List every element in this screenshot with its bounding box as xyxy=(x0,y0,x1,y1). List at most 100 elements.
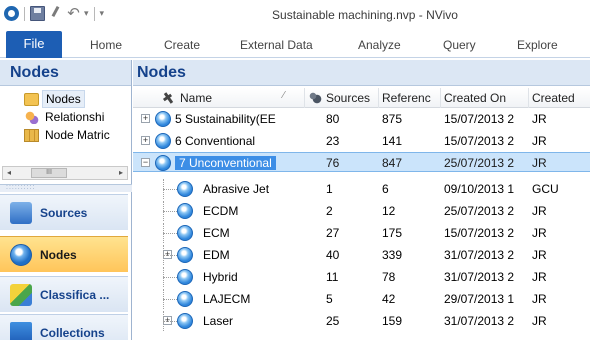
nav-button-nodes[interactable]: Nodes xyxy=(0,236,128,272)
node-icon xyxy=(155,111,171,127)
sources-cell: 5 xyxy=(326,292,333,306)
column-header-created-by[interactable]: Created xyxy=(529,88,590,108)
created-by-cell: JR xyxy=(532,292,547,306)
nav-horizontal-scrollbar[interactable]: ◂ III ▸ xyxy=(2,166,128,180)
node-icon xyxy=(155,155,171,171)
node-name: Laser xyxy=(203,314,234,328)
table-row[interactable]: Abrasive Jet 1 6 09/10/2013 1 GCU xyxy=(133,179,590,199)
table-row[interactable]: − 7 Unconventional 76 847 25/07/2013 2 JR xyxy=(133,152,590,172)
table-row[interactable]: +5 Sustainability(EE 80 875 15/07/2013 2 JR xyxy=(133,109,590,129)
tree-connector xyxy=(163,277,177,278)
nav-tree-item-node-matrices[interactable]: Node Matric xyxy=(0,126,132,144)
table-row[interactable]: ECM 27 175 15/07/2013 2 JR xyxy=(133,223,590,243)
nav-button-classifications[interactable]: Classifica ... xyxy=(0,276,128,312)
created-by-cell: JR xyxy=(532,314,547,328)
node-name-cell: ECDM xyxy=(203,201,303,221)
created-by-cell: JR xyxy=(532,270,547,284)
sources-cell: 40 xyxy=(326,248,340,262)
created-by-cell: JR xyxy=(532,156,547,170)
references-cell: 42 xyxy=(382,292,396,306)
column-header-references[interactable]: Referenc xyxy=(379,88,441,108)
sources-cell: 76 xyxy=(326,156,340,170)
references-cell: 12 xyxy=(382,204,396,218)
list-view-pane: Nodes Name ⁄ Sources Referenc Created On… xyxy=(133,60,590,340)
expand-icon[interactable]: + xyxy=(141,136,150,145)
nav-tree-label: Node Matric xyxy=(45,128,110,142)
node-name-cell: Hybrid xyxy=(203,267,303,287)
tab-explore[interactable]: Explore xyxy=(517,38,558,52)
node-icon xyxy=(177,291,193,307)
tab-query[interactable]: Query xyxy=(443,38,476,52)
node-name-cell: Abrasive Jet xyxy=(203,179,303,199)
nav-button-sources[interactable]: Sources xyxy=(0,194,128,230)
node-name: EDM xyxy=(203,248,230,262)
created-on-cell: 25/07/2013 2 xyxy=(444,204,515,218)
tree-connector xyxy=(163,321,177,322)
relationships-icon xyxy=(24,110,39,124)
table-row[interactable]: ECDM 2 12 25/07/2013 2 JR xyxy=(133,201,590,221)
collapse-icon[interactable]: − xyxy=(141,158,150,167)
pin-icon[interactable] xyxy=(161,91,175,105)
node-name: 6 Conventional xyxy=(175,134,256,148)
references-cell: 847 xyxy=(382,156,403,170)
classifications-icon xyxy=(10,283,32,306)
table-row[interactable]: + EDM 40 339 31/07/2013 2 JR xyxy=(133,245,590,265)
tab-analyze[interactable]: Analyze xyxy=(358,38,401,52)
tab-home[interactable]: Home xyxy=(90,38,122,52)
users-icon[interactable] xyxy=(308,91,322,105)
tree-connector xyxy=(163,211,177,212)
created-on-cell: 29/07/2013 1 xyxy=(444,292,515,306)
nav-tree-item-nodes[interactable]: Nodes xyxy=(0,90,132,108)
column-header-created-on[interactable]: Created On xyxy=(441,88,529,108)
scroll-right-icon[interactable]: ▸ xyxy=(115,167,127,179)
nav-button-label: Sources xyxy=(40,205,88,220)
scroll-left-icon[interactable]: ◂ xyxy=(3,167,15,179)
nav-splitter-grip[interactable]: :::::::::: xyxy=(0,184,132,192)
folder-icon xyxy=(24,92,39,106)
nav-button-collections[interactable]: Collections xyxy=(0,314,128,340)
created-by-cell: JR xyxy=(532,248,547,262)
node-matrices-icon xyxy=(24,128,39,142)
sort-indicator-icon: ⁄ xyxy=(283,90,285,101)
node-name: 5 Sustainability(EE xyxy=(175,112,276,126)
scroll-thumb[interactable]: III xyxy=(31,168,67,178)
created-on-cell: 15/07/2013 2 xyxy=(444,112,515,126)
created-on-cell: 31/07/2013 2 xyxy=(444,248,515,262)
node-name-cell: ECM xyxy=(203,223,303,243)
nav-button-label: Classifica ... xyxy=(40,287,110,302)
column-header-sources[interactable]: Sources xyxy=(323,88,379,108)
created-by-cell: GCU xyxy=(532,182,559,196)
node-icon xyxy=(177,313,193,329)
sources-cell: 2 xyxy=(326,204,333,218)
tab-create[interactable]: Create xyxy=(164,38,200,52)
node-name: LAJECM xyxy=(203,292,251,306)
sources-cell: 80 xyxy=(326,112,340,126)
table-row[interactable]: +6 Conventional 23 141 15/07/2013 2 JR xyxy=(133,131,590,151)
navigation-pane: Nodes Nodes Relationshi Node Matric ◂ II… xyxy=(0,60,132,340)
node-icon xyxy=(177,247,193,263)
nav-button-label: Collections xyxy=(40,325,105,340)
file-tab[interactable]: File xyxy=(6,31,62,58)
created-on-cell: 09/10/2013 1 xyxy=(444,182,515,196)
table-row[interactable]: Hybrid 11 78 31/07/2013 2 JR xyxy=(133,267,590,287)
node-name: 7 Unconventional xyxy=(175,156,276,170)
sources-cell: 27 xyxy=(326,226,340,240)
table-row[interactable]: LAJECM 5 42 29/07/2013 1 JR xyxy=(133,289,590,309)
column-header-name[interactable]: Name xyxy=(177,88,305,108)
nav-button-label: Nodes xyxy=(40,247,77,262)
created-on-cell: 15/07/2013 2 xyxy=(444,134,515,148)
expand-icon[interactable]: + xyxy=(141,114,150,123)
tab-external-data[interactable]: External Data xyxy=(240,38,313,52)
nav-tree-item-relationships[interactable]: Relationshi xyxy=(0,108,132,126)
sources-cell: 23 xyxy=(326,134,340,148)
created-on-cell: 25/07/2013 2 xyxy=(444,156,515,170)
nav-pane-title: Nodes xyxy=(0,60,131,86)
created-on-cell: 31/07/2013 2 xyxy=(444,314,515,328)
nodes-icon xyxy=(10,243,32,266)
table-row[interactable]: + Laser 25 159 31/07/2013 2 JR xyxy=(133,311,590,331)
nav-tree-label: Nodes xyxy=(42,90,85,108)
title-bar: ↶ ▾ ▾ Sustainable machining.nvp - NVivo xyxy=(0,0,590,30)
created-by-cell: JR xyxy=(532,204,547,218)
references-cell: 339 xyxy=(382,248,403,262)
references-cell: 175 xyxy=(382,226,403,240)
